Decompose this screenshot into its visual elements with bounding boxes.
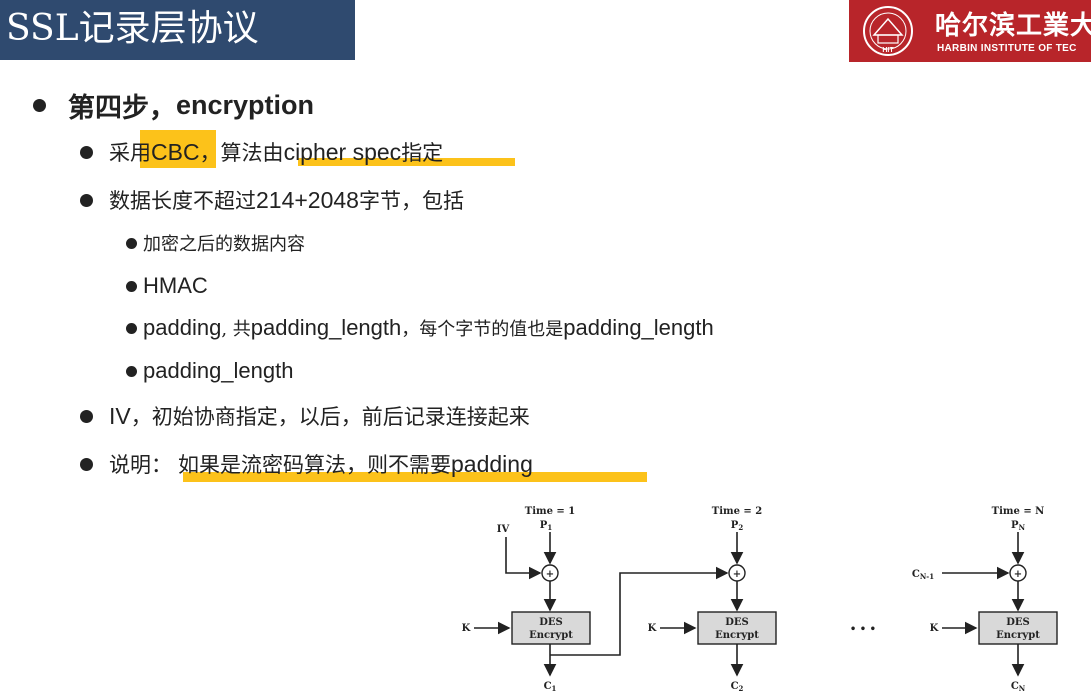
time-label-2: Time = 2 (712, 506, 763, 517)
chain-label-n: CN-1 (912, 569, 934, 581)
ciphertext-label-n: CN (1011, 681, 1026, 693)
key-label: K (930, 623, 939, 634)
xor-symbol: + (733, 569, 741, 580)
box-text: Encrypt (996, 630, 1040, 641)
iv-label: IV (497, 524, 510, 535)
plaintext-label-2: P2 (731, 520, 744, 532)
box-text: DES (1006, 617, 1030, 628)
ciphertext-label-2: C2 (731, 681, 744, 693)
time-label-1: Time = 1 (525, 506, 575, 517)
box-text: Encrypt (529, 630, 573, 641)
time-label-n: Time = N (992, 506, 1045, 517)
ellipsis: • • • (850, 624, 876, 635)
key-label: K (648, 623, 657, 634)
box-text: Encrypt (715, 630, 759, 641)
xor-symbol: + (546, 569, 554, 580)
cbc-diagram: Time = 1 P1 IV + DES Encrypt K C1 Time =… (462, 506, 1058, 693)
box-text: DES (725, 617, 749, 628)
iv-arrow (505, 537, 542, 580)
xor-symbol: + (1014, 569, 1022, 580)
ciphertext-label-1: C1 (544, 681, 557, 693)
box-text: DES (539, 617, 563, 628)
key-label: K (462, 623, 471, 634)
plaintext-label-1: P1 (540, 520, 553, 532)
plaintext-label-n: PN (1011, 520, 1026, 532)
